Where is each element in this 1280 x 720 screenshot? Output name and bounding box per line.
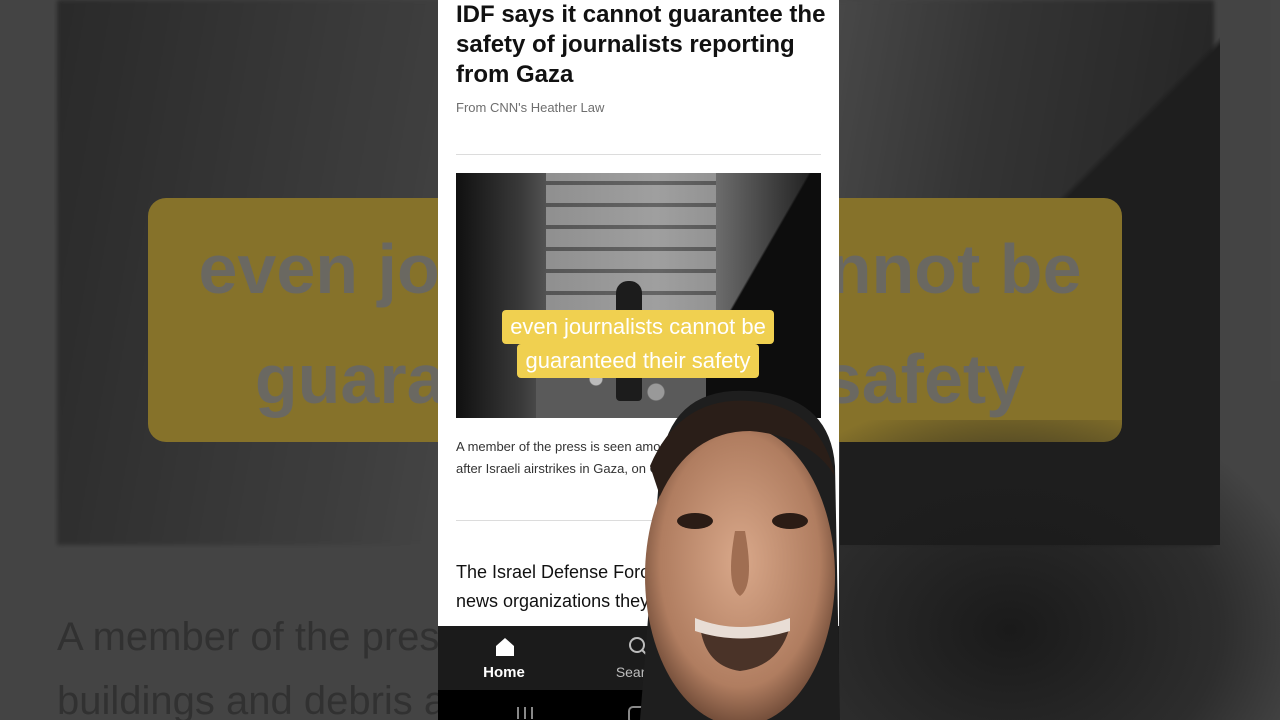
nav-home[interactable]: Home — [439, 626, 569, 690]
divider — [456, 154, 821, 155]
photo-shadow — [706, 173, 821, 418]
photo-person — [616, 281, 642, 401]
article-photo[interactable] — [456, 173, 821, 418]
article-headline: IDF says it cannot guarantee the safety … — [456, 1, 826, 88]
presenter-video — [640, 390, 840, 720]
home-icon — [496, 638, 514, 656]
background-presenter-shadow — [830, 420, 1280, 720]
article-byline: From CNN's Heather Law — [456, 100, 605, 115]
recent-apps-icon[interactable] — [516, 706, 534, 720]
nav-home-label: Home — [483, 664, 525, 681]
